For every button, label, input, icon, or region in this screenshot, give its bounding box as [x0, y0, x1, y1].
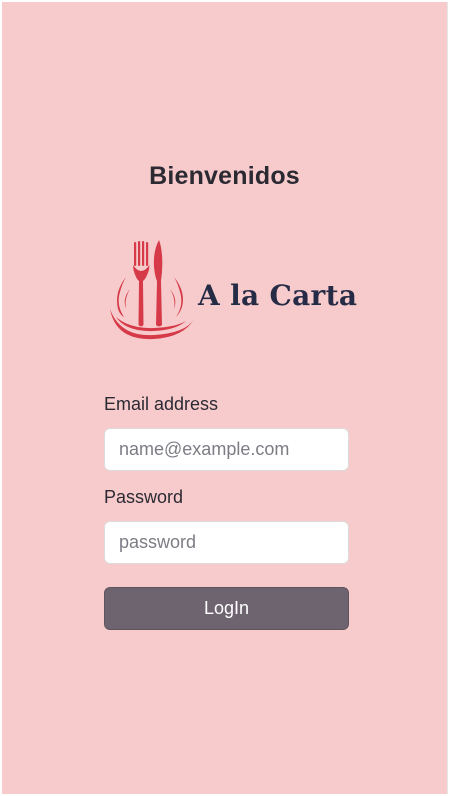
- password-field[interactable]: [104, 521, 349, 564]
- email-label: Email address: [104, 394, 219, 414]
- page-title: Bienvenidos: [149, 162, 300, 190]
- login-screen: Bienvenidos A la Carta Email address nam…: [2, 2, 448, 794]
- brand-logo: A la Carta: [106, 237, 357, 347]
- password-label: Password: [104, 487, 184, 507]
- email-field[interactable]: [104, 428, 349, 471]
- login-button[interactable]: LogIn: [104, 587, 349, 630]
- brand-name: A la Carta: [198, 279, 358, 312]
